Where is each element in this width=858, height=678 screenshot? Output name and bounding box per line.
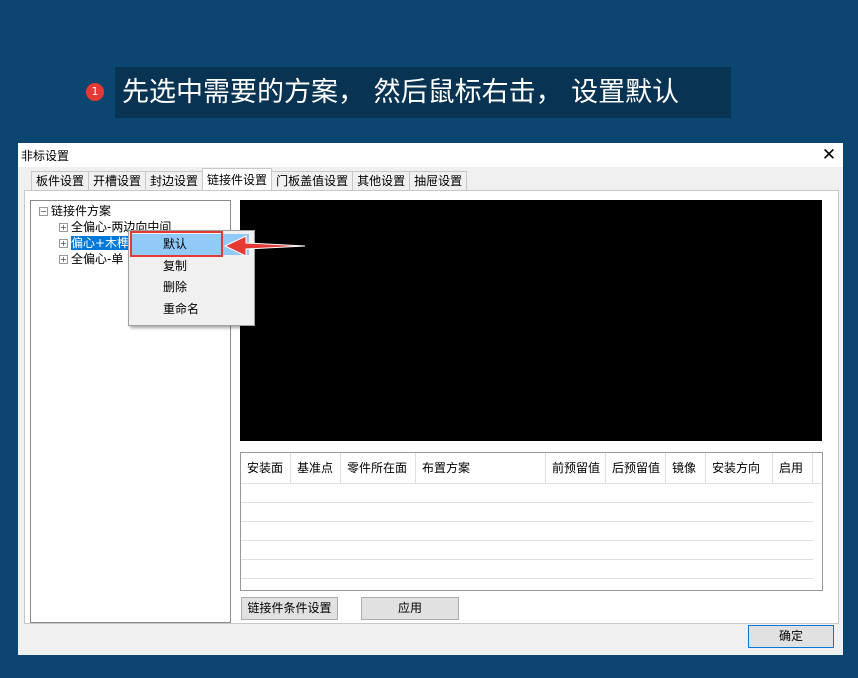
tab-connector-settings[interactable]: 链接件设置 <box>202 168 273 190</box>
pointer-arrow-icon <box>223 235 306 257</box>
